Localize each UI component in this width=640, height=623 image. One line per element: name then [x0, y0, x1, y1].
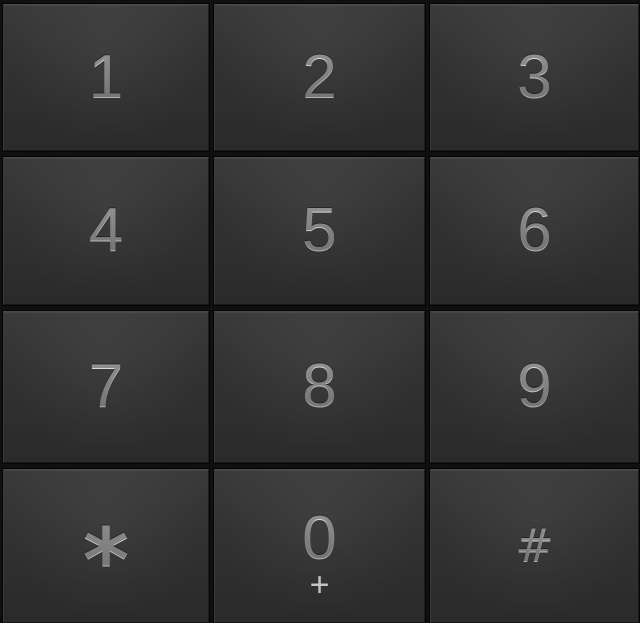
key-hash-label: #	[515, 519, 554, 573]
key-8[interactable]: 8	[214, 311, 425, 463]
key-5-label: 5	[302, 196, 337, 265]
key-hash[interactable]: #	[430, 469, 639, 623]
key-8-label: 8	[302, 352, 337, 421]
key-7-label: 7	[88, 352, 124, 421]
key-1-label: 1	[88, 42, 124, 112]
key-2[interactable]: 2	[214, 4, 425, 151]
key-0-plus-label: +	[309, 566, 330, 604]
key-7[interactable]: 7	[3, 311, 209, 463]
key-0-label: 0	[302, 504, 337, 573]
key-6-label: 6	[517, 196, 552, 265]
key-6[interactable]: 6	[430, 157, 639, 305]
key-2-label: 2	[302, 42, 337, 112]
key-3[interactable]: 3	[430, 4, 639, 151]
key-star[interactable]: *	[3, 469, 209, 623]
key-0[interactable]: 0 +	[214, 469, 425, 623]
key-9[interactable]: 9	[430, 311, 639, 463]
dial-keypad: 1 2 3 4 5 6 7 8 9 * 0 + #	[0, 0, 640, 623]
key-9-label: 9	[517, 352, 552, 421]
key-5[interactable]: 5	[214, 157, 425, 305]
key-3-label: 3	[517, 42, 552, 112]
key-1[interactable]: 1	[3, 4, 209, 151]
key-star-label: *	[83, 505, 129, 604]
key-4[interactable]: 4	[3, 157, 209, 305]
key-4-label: 4	[88, 196, 124, 265]
